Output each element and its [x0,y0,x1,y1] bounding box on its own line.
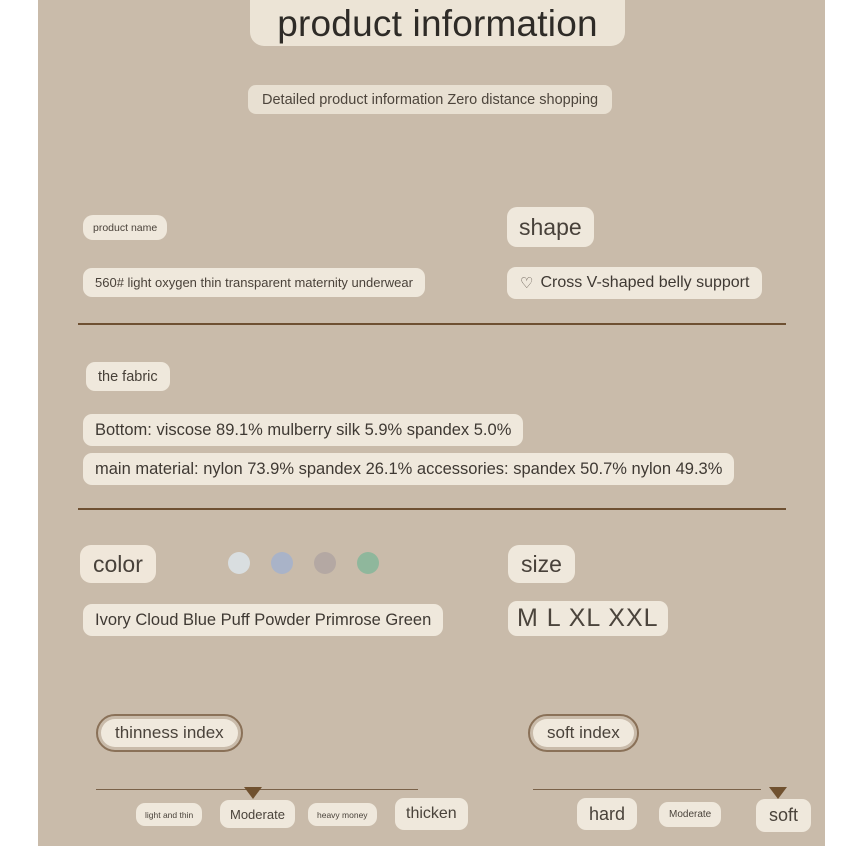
content-canvas: product information Detailed product inf… [38,0,825,846]
fabric-bottom-composition: Bottom: viscose 89.1% mulberry silk 5.9%… [83,414,524,446]
soft-index-header: soft index [528,714,639,752]
page-title-text: product information [277,3,598,44]
thinness-scale-light-and-thin[interactable]: light and thin [136,803,203,826]
divider-2 [78,508,786,510]
page-subtitle-text: Detailed product information Zero distan… [262,91,599,108]
soft-scale-moderate[interactable]: Moderate [659,802,722,827]
color-swatch-puff-powder[interactable] [314,552,336,574]
thinness-scale-moderate[interactable]: Moderate [220,800,295,828]
fabric-main-composition: main material: nylon 73.9% spandex 26.1%… [83,453,735,485]
divider-1 [78,323,786,325]
thinness-index-label: thinness index [101,719,238,747]
size-label: size [508,545,575,583]
thinness-index-marker[interactable] [244,787,262,799]
size-value: M L XL XXL [508,601,668,636]
color-label: color [80,545,156,583]
color-swatch-list [228,552,379,574]
color-swatch-cloud-blue[interactable] [271,552,293,574]
page-title: product information [250,0,625,46]
product-information-page: product information Detailed product inf… [0,0,846,846]
soft-index-track[interactable] [533,789,761,790]
thinness-scale-heavy-money[interactable]: heavy money [308,803,377,826]
thinness-index-header: thinness index [96,714,243,752]
soft-index-marker[interactable] [769,787,787,799]
color-value: Ivory Cloud Blue Puff Powder Primrose Gr… [83,604,444,636]
shape-value-text: Cross V-shaped belly support [540,274,750,291]
soft-scale-hard[interactable]: hard [577,798,638,830]
product-name-label: product name [83,215,168,240]
page-subtitle: Detailed product information Zero distan… [248,85,613,114]
product-name-value: 560# light oxygen thin transparent mater… [83,268,425,297]
heart-icon: ♡ [520,274,534,292]
shape-label: shape [507,207,594,247]
color-swatch-ivory[interactable] [228,552,250,574]
color-swatch-primrose-green[interactable] [357,552,379,574]
thinness-scale-thicken[interactable]: thicken [395,798,468,830]
shape-value-row: ♡ Cross V-shaped belly support [507,267,763,299]
soft-scale-soft[interactable]: soft [756,799,812,832]
fabric-label: the fabric [86,362,170,391]
soft-index-label: soft index [533,719,634,747]
